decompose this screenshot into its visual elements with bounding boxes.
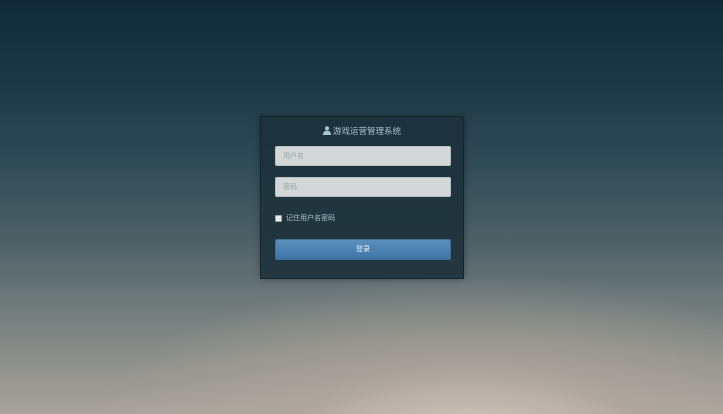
user-icon [322,126,331,135]
username-input[interactable] [275,146,451,166]
panel-title: 游戏运营管理系统 [261,126,463,138]
remember-checkbox[interactable] [275,214,282,222]
password-input[interactable] [275,177,451,197]
login-button[interactable]: 登录 [275,239,451,260]
remember-label: 记住用户名密码 [286,214,335,222]
login-panel: 游戏运营管理系统 记住用户名密码 登录 [260,116,464,279]
remember-row[interactable]: 记住用户名密码 [275,213,335,223]
login-title: 游戏运营管理系统 [332,127,401,137]
